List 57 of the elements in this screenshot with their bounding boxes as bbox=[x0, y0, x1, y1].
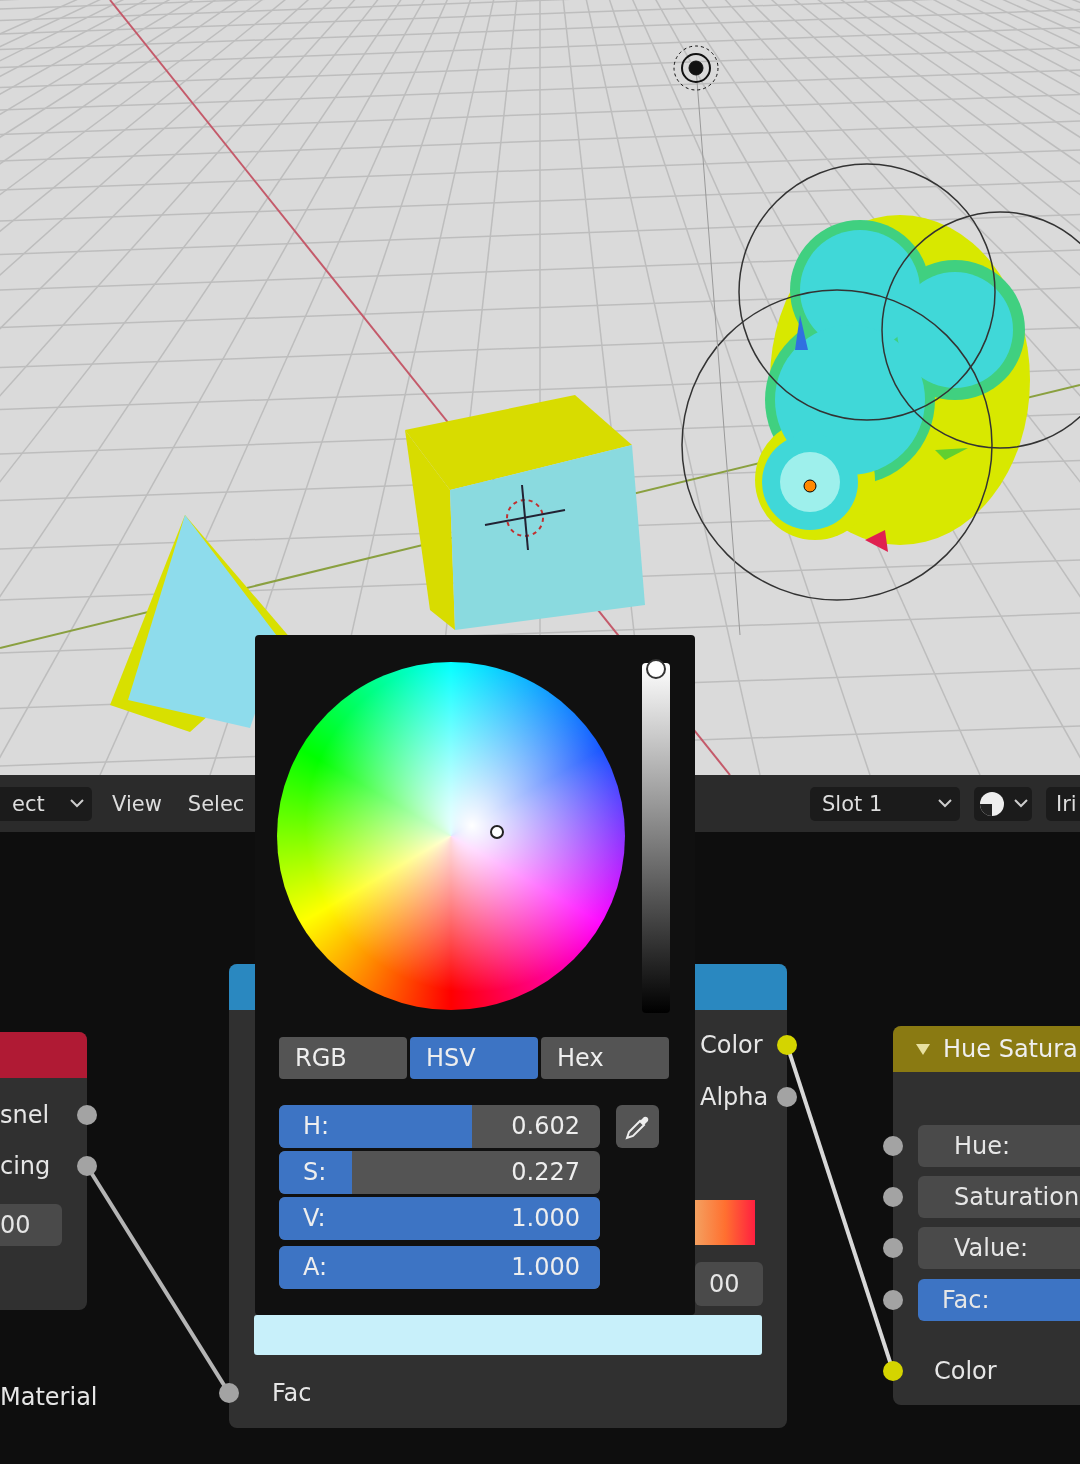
slider-value: 0.602 bbox=[511, 1112, 580, 1140]
socket-label: Color bbox=[700, 1030, 763, 1060]
color-swatch[interactable] bbox=[254, 1315, 762, 1355]
hsv-slider[interactable]: V: 1.000 bbox=[279, 1197, 600, 1240]
menu-item[interactable]: View bbox=[106, 791, 168, 816]
socket-label: Material bbox=[0, 1382, 98, 1412]
input-field[interactable]: Saturation bbox=[918, 1176, 1080, 1218]
slider-label: S: bbox=[303, 1158, 327, 1186]
color-ramp[interactable] bbox=[695, 1200, 755, 1245]
hsv-slider[interactable]: S: 0.227 bbox=[279, 1151, 600, 1194]
socket[interactable] bbox=[777, 1087, 797, 1107]
socket[interactable] bbox=[883, 1290, 903, 1310]
socket[interactable] bbox=[883, 1136, 903, 1156]
number-field[interactable]: 00 bbox=[695, 1262, 763, 1306]
slider-value: 0.227 bbox=[511, 1158, 580, 1186]
value-slider-handle[interactable] bbox=[646, 659, 666, 679]
shading-dropdown[interactable] bbox=[974, 786, 1032, 821]
socket[interactable] bbox=[883, 1187, 903, 1207]
mode-tab[interactable]: HSV bbox=[410, 1037, 538, 1079]
slider-label: H: bbox=[303, 1112, 330, 1140]
socket[interactable] bbox=[219, 1383, 239, 1403]
hsv-slider[interactable]: A: 1.000 bbox=[279, 1246, 600, 1289]
socket[interactable] bbox=[777, 1035, 797, 1055]
socket[interactable] bbox=[883, 1361, 903, 1381]
socket-label: snel bbox=[0, 1100, 50, 1130]
mode-tab[interactable]: RGB bbox=[279, 1037, 407, 1079]
menu-item[interactable]: Selec bbox=[181, 791, 251, 816]
slider-value: 1.000 bbox=[511, 1204, 580, 1232]
hsv-slider[interactable]: H: 0.602 bbox=[279, 1105, 600, 1148]
cut-dropdown[interactable]: Iri bbox=[1046, 786, 1080, 821]
collapse-triangle-icon[interactable] bbox=[915, 1042, 931, 1056]
slider-value: 1.000 bbox=[511, 1253, 580, 1281]
chevron-icon bbox=[1014, 799, 1028, 808]
mode-tab[interactable]: Hex bbox=[541, 1037, 669, 1079]
socket[interactable] bbox=[77, 1156, 97, 1176]
wheel-cursor[interactable] bbox=[490, 825, 504, 839]
socket-label: cing bbox=[0, 1151, 51, 1181]
socket-label: Alpha bbox=[700, 1082, 769, 1112]
input-field[interactable]: Hue: bbox=[918, 1125, 1080, 1167]
mode-dropdown[interactable]: ect bbox=[0, 786, 92, 821]
socket[interactable] bbox=[77, 1105, 97, 1125]
input-field[interactable]: Fac: bbox=[918, 1279, 1080, 1321]
socket-label: Fac bbox=[272, 1378, 312, 1408]
sphere-icon bbox=[978, 789, 1006, 818]
chevron-icon bbox=[70, 799, 84, 808]
input-field[interactable]: Value: bbox=[918, 1227, 1080, 1269]
socket-label: Color bbox=[934, 1356, 997, 1386]
number-field[interactable]: 00 bbox=[0, 1204, 62, 1246]
node-title: Hue Satura bbox=[943, 1035, 1078, 1063]
light-icon bbox=[673, 45, 719, 91]
cursor-crosshair-icon bbox=[484, 484, 566, 551]
slider-label: V: bbox=[303, 1204, 326, 1232]
eyedropper-button[interactable] bbox=[616, 1105, 659, 1148]
slider-label: A: bbox=[303, 1253, 328, 1281]
socket[interactable] bbox=[883, 1238, 903, 1258]
slot-dropdown[interactable]: Slot 1 bbox=[810, 786, 960, 821]
chevron-icon bbox=[938, 799, 952, 808]
